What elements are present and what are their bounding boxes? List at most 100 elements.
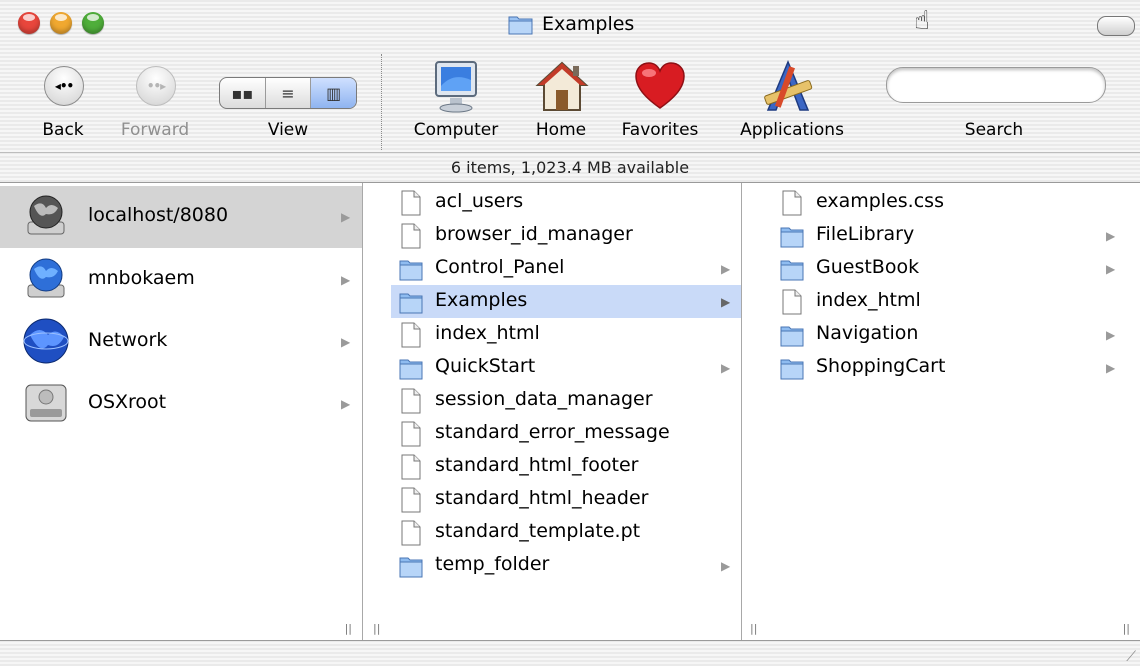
document-icon	[401, 388, 421, 414]
title-bar[interactable]: Examples ☝	[0, 0, 1140, 50]
item-label: standard_template.pt	[435, 520, 641, 542]
item-label: standard_html_header	[435, 487, 649, 509]
item-label: index_html	[816, 289, 921, 311]
item-label: GuestBook	[816, 256, 920, 278]
toolbar-separator	[381, 54, 382, 150]
list-item-folder[interactable]: QuickStart ▶	[391, 351, 741, 384]
volume-row-osxroot[interactable]: OSXroot ▶	[0, 373, 362, 435]
list-item-file[interactable]: examples.css	[772, 186, 1132, 219]
column-resize-handle-icon[interactable]: ||	[373, 622, 380, 635]
finder-window: Examples ☝ ◂•• Back ••▸ Forward ▪▪ ≡ ▥ V…	[0, 0, 1140, 666]
hand-cursor-icon: ☝	[914, 6, 930, 36]
volume-label: OSXroot	[88, 391, 167, 413]
window-title-text: Examples	[542, 13, 635, 35]
folder-icon	[399, 293, 423, 314]
item-label: session_data_manager	[435, 388, 653, 410]
item-label: examples.css	[816, 190, 944, 212]
folder-icon	[780, 227, 804, 248]
disclosure-arrow-icon: ▶	[341, 210, 351, 224]
folder-icon	[780, 260, 804, 281]
list-item-file[interactable]: index_html	[391, 318, 741, 351]
document-icon	[401, 487, 421, 513]
item-label: Navigation	[816, 322, 919, 344]
favorites-heart-icon[interactable]	[632, 58, 688, 114]
disclosure-arrow-icon: ▶	[721, 361, 731, 375]
item-label: Examples	[435, 289, 528, 311]
list-item-file[interactable]: standard_template.pt	[391, 516, 741, 549]
column-resize-area: || ||	[742, 617, 1140, 641]
minimize-button[interactable]	[50, 12, 72, 34]
column-view-icon[interactable]: ▥	[311, 78, 356, 108]
toolbar-toggle-button[interactable]	[1097, 16, 1135, 36]
disclosure-arrow-icon: ▶	[721, 262, 731, 276]
list-item-file[interactable]: index_html	[772, 285, 1132, 318]
forward-button[interactable]: ••▸	[136, 66, 176, 106]
network-globe-icon	[23, 318, 69, 364]
column-examples: examples.css FileLibrary ▶ GuestBook ▶ i…	[742, 183, 1140, 641]
resize-grip-icon[interactable]: ⟋	[1126, 649, 1136, 665]
list-item-folder[interactable]: GuestBook ▶	[772, 252, 1132, 285]
applications-icon[interactable]	[760, 58, 816, 114]
disclosure-arrow-icon: ▶	[721, 559, 731, 573]
volume-label: Network	[88, 329, 168, 351]
item-label: FileLibrary	[816, 223, 915, 245]
forward-arrow-icon: ••▸	[146, 79, 166, 93]
item-label: ShoppingCart	[816, 355, 946, 377]
list-item-folder[interactable]: Control_Panel ▶	[391, 252, 741, 285]
list-item-file[interactable]: browser_id_manager	[391, 219, 741, 252]
column-resize-handle-icon[interactable]: ||	[1123, 622, 1130, 635]
volume-row-network[interactable]: Network ▶	[0, 311, 362, 373]
item-label: acl_users	[435, 190, 524, 212]
list-item-file[interactable]: standard_error_message	[391, 417, 741, 450]
close-button[interactable]	[18, 12, 40, 34]
view-mode-selector[interactable]: ▪▪ ≡ ▥	[219, 77, 357, 109]
window-title: Examples	[508, 10, 634, 38]
volume-label: mnbokaem	[88, 267, 195, 289]
list-item-file[interactable]: session_data_manager	[391, 384, 741, 417]
list-item-folder[interactable]: temp_folder ▶	[391, 549, 741, 582]
list-item-file[interactable]: standard_html_footer	[391, 450, 741, 483]
column-zope-root: acl_users browser_id_manager Control_Pan…	[363, 183, 742, 641]
document-icon	[401, 223, 421, 249]
column-resize-handle-icon[interactable]: ||	[345, 622, 352, 635]
volume-row-mnbokaem[interactable]: mnbokaem ▶	[0, 249, 362, 311]
list-item-folder[interactable]: Navigation ▶	[772, 318, 1132, 351]
home-label[interactable]: Home	[524, 120, 598, 140]
document-icon	[401, 421, 421, 447]
document-icon	[401, 322, 421, 348]
globe-server-icon	[27, 258, 65, 298]
column-volumes: localhost/8080 ▶ mnbokaem ▶ Network ▶ OS…	[0, 183, 363, 641]
list-item-folder[interactable]: ShoppingCart ▶	[772, 351, 1132, 384]
hard-drive-icon	[25, 384, 67, 422]
item-label: browser_id_manager	[435, 223, 633, 245]
volume-row-localhost[interactable]: localhost/8080 ▶	[0, 186, 362, 248]
document-icon	[782, 190, 802, 216]
forward-label: Forward	[120, 120, 190, 140]
search-label: Search	[964, 120, 1024, 140]
computer-label[interactable]: Computer	[404, 120, 508, 140]
disclosure-arrow-icon: ▶	[341, 335, 351, 349]
list-item-file[interactable]: standard_html_header	[391, 483, 741, 516]
list-item-folder[interactable]: FileLibrary ▶	[772, 219, 1132, 252]
applications-label[interactable]: Applications	[722, 120, 862, 140]
search-input[interactable]	[886, 67, 1106, 103]
home-icon[interactable]	[534, 58, 590, 114]
view-label: View	[267, 120, 309, 140]
list-item-folder-selected[interactable]: Examples ▶	[391, 285, 741, 318]
document-icon	[782, 289, 802, 315]
column-resize-area: ||	[363, 617, 741, 641]
back-button[interactable]: ◂••	[44, 66, 84, 106]
item-label: standard_error_message	[435, 421, 670, 443]
list-item-file[interactable]: acl_users	[391, 186, 741, 219]
disclosure-arrow-icon: ▶	[341, 397, 351, 411]
column-resize-handle-icon[interactable]: ||	[750, 622, 757, 635]
zoom-button[interactable]	[82, 12, 104, 34]
computer-icon[interactable]	[428, 58, 484, 114]
item-label: Control_Panel	[435, 256, 565, 278]
toolbar: ◂•• Back ••▸ Forward ▪▪ ≡ ▥ View Compute…	[0, 50, 1140, 152]
document-icon	[401, 454, 421, 480]
disclosure-arrow-icon: ▶	[341, 273, 351, 287]
favorites-label[interactable]: Favorites	[612, 120, 708, 140]
list-view-icon[interactable]: ≡	[266, 78, 312, 108]
icon-view-icon[interactable]: ▪▪	[220, 78, 266, 108]
